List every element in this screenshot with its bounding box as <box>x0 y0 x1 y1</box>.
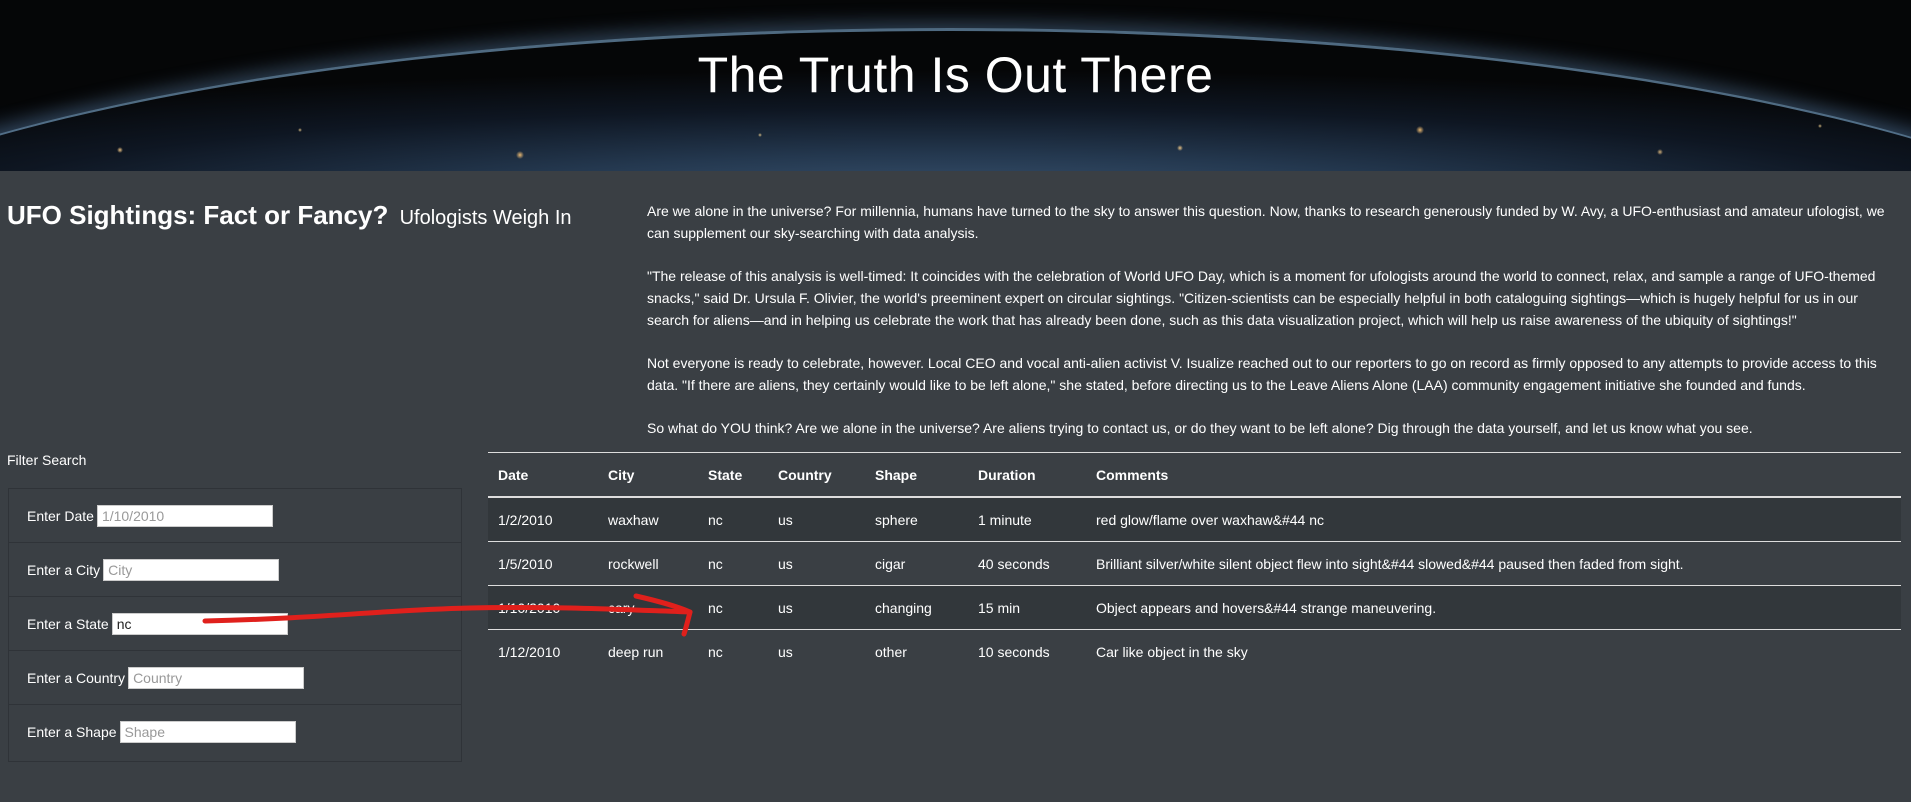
country-input[interactable] <box>128 666 305 689</box>
city-input[interactable] <box>103 558 280 581</box>
cell-country: us <box>768 585 865 630</box>
cell-date: 1/10/2010 <box>488 585 598 630</box>
shape-label: Enter a Shape <box>27 723 117 740</box>
date-label: Enter Date <box>27 507 94 524</box>
cell-city: rockwell <box>598 541 698 586</box>
country-label: Enter a Country <box>27 669 126 686</box>
article-body: Are we alone in the universe? For millen… <box>647 200 1887 460</box>
cell-duration: 15 min <box>968 585 1086 630</box>
shape-input[interactable] <box>119 720 296 743</box>
cell-comments: Brilliant silver/white silent object fle… <box>1086 541 1901 586</box>
sightings-table: Date City State Country Shape Duration C… <box>488 452 1901 673</box>
table-header-row: Date City State Country Shape Duration C… <box>488 452 1901 498</box>
headline-title: UFO Sightings: Fact or Fancy? <box>7 200 389 230</box>
state-label: Enter a State <box>27 615 109 632</box>
col-header-country: Country <box>768 452 865 498</box>
col-header-comments: Comments <box>1086 452 1901 498</box>
cell-country: us <box>768 541 865 586</box>
page-headline: UFO Sightings: Fact or Fancy? Ufologists… <box>7 200 572 231</box>
article-paragraph: So what do YOU think? Are we alone in th… <box>647 420 1753 436</box>
cell-duration: 10 seconds <box>968 629 1086 673</box>
cell-duration: 40 seconds <box>968 541 1086 586</box>
cell-country: us <box>768 497 865 542</box>
city-label: Enter a City <box>27 561 101 578</box>
table-row: 1/12/2010 deep run nc us other 10 second… <box>488 629 1901 673</box>
cell-state: nc <box>698 541 768 586</box>
cell-city: deep run <box>598 629 698 673</box>
col-header-shape: Shape <box>865 452 968 498</box>
col-header-date: Date <box>488 452 598 498</box>
cell-date: 1/2/2010 <box>488 497 598 542</box>
state-input[interactable] <box>111 612 288 635</box>
filter-row-shape: Enter a Shape <box>9 705 461 758</box>
headline-subtitle: Ufologists Weigh In <box>399 207 572 229</box>
cell-shape: other <box>865 629 968 673</box>
filter-search-title: Filter Search <box>7 452 87 468</box>
cell-comments: red glow/flame over waxhaw&#44 nc <box>1086 497 1901 542</box>
cell-comments: Car like object in the sky <box>1086 629 1901 673</box>
filter-row-city: Enter a City <box>9 543 461 597</box>
cell-date: 1/12/2010 <box>488 629 598 673</box>
filter-row-country: Enter a Country <box>9 651 461 705</box>
cell-state: nc <box>698 585 768 630</box>
cell-duration: 1 minute <box>968 497 1086 542</box>
col-header-duration: Duration <box>968 452 1086 498</box>
table-row: 1/5/2010 rockwell nc us cigar 40 seconds… <box>488 541 1901 586</box>
cell-shape: changing <box>865 585 968 630</box>
filter-row-state: Enter a State <box>9 597 461 651</box>
hero-banner: The Truth Is Out There <box>0 0 1911 171</box>
filter-row-date: Enter Date <box>9 489 461 543</box>
cell-state: nc <box>698 629 768 673</box>
sightings-table-wrap: Date City State Country Shape Duration C… <box>488 452 1901 673</box>
col-header-city: City <box>598 452 698 498</box>
article-paragraph: "The release of this analysis is well-ti… <box>647 268 1876 328</box>
article-paragraph: Not everyone is ready to celebrate, howe… <box>647 355 1877 393</box>
col-header-state: State <box>698 452 768 498</box>
filter-panel: Enter Date Enter a City Enter a State En… <box>8 488 462 762</box>
cell-shape: cigar <box>865 541 968 586</box>
hero-title: The Truth Is Out There <box>697 47 1214 103</box>
table-row: 1/10/2010 cary nc us changing 15 min Obj… <box>488 585 1901 630</box>
date-input[interactable] <box>96 504 273 527</box>
cell-city: cary <box>598 585 698 630</box>
table-row: 1/2/2010 waxhaw nc us sphere 1 minute re… <box>488 497 1901 542</box>
cell-comments: Object appears and hovers&#44 strange ma… <box>1086 585 1901 630</box>
cell-shape: sphere <box>865 497 968 542</box>
cell-date: 1/5/2010 <box>488 541 598 586</box>
article-paragraph: Are we alone in the universe? For millen… <box>647 203 1885 241</box>
cell-country: us <box>768 629 865 673</box>
cell-city: waxhaw <box>598 497 698 542</box>
cell-state: nc <box>698 497 768 542</box>
